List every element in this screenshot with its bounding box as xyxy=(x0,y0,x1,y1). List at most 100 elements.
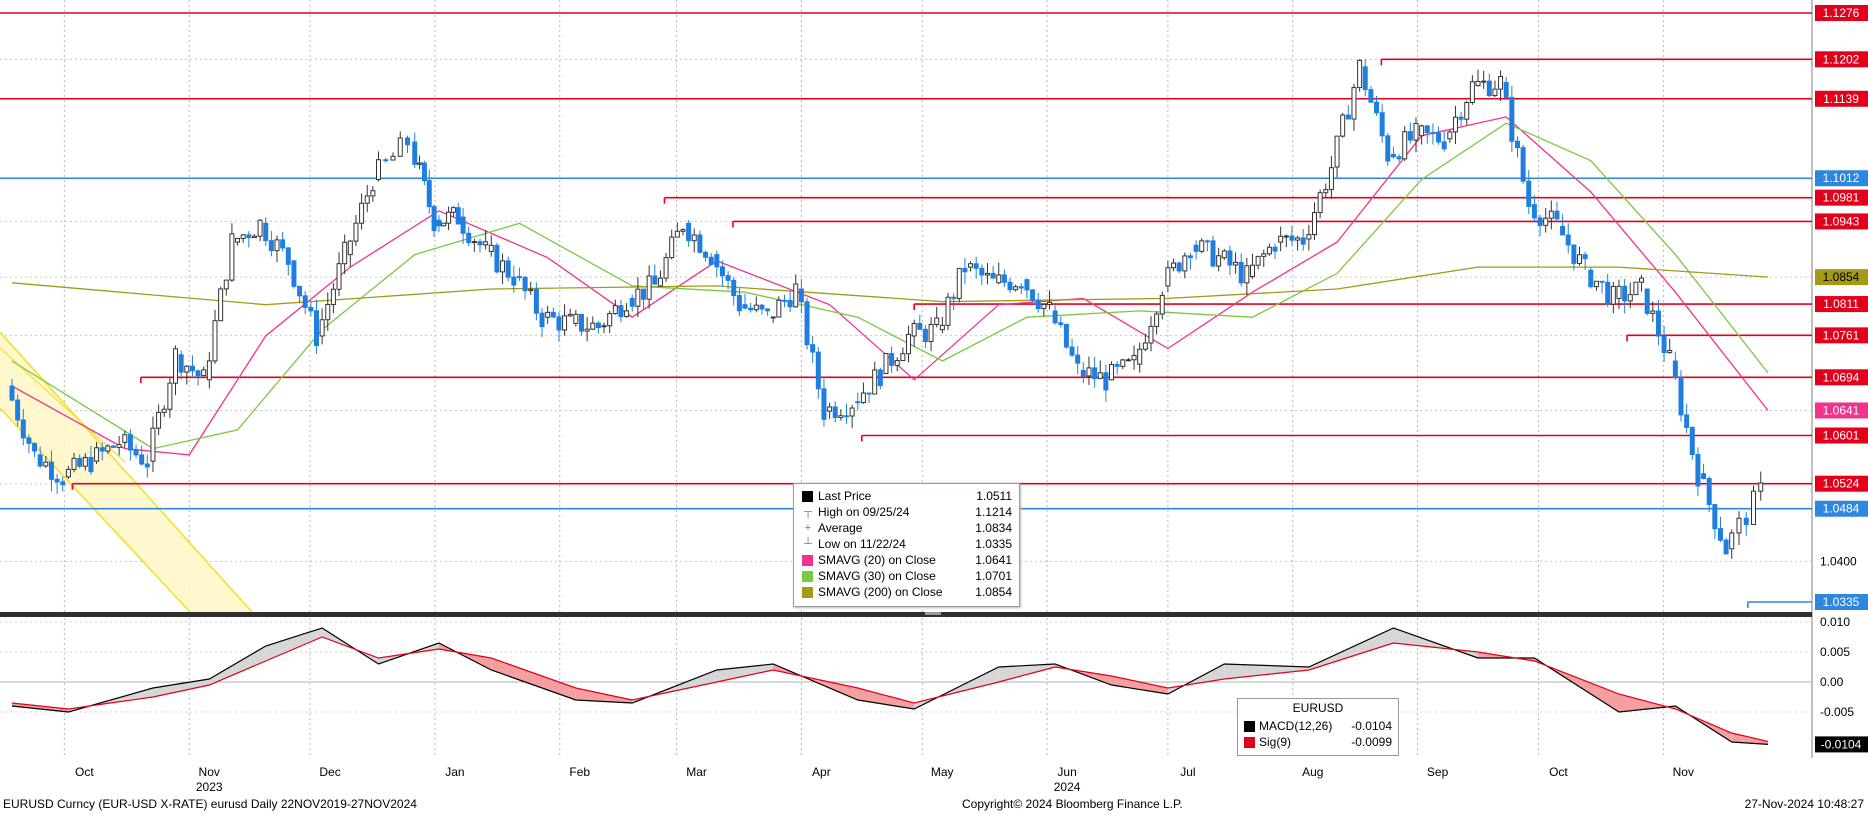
candle-body xyxy=(364,195,370,204)
candle-body xyxy=(584,328,590,332)
price-tag-text: 1.0484 xyxy=(1823,502,1860,516)
candle-body xyxy=(500,260,506,273)
month-label: Feb xyxy=(569,765,590,779)
price-tag: 1.0484 xyxy=(1815,500,1868,517)
candle-body xyxy=(342,241,348,265)
candle-body xyxy=(336,263,342,290)
price-tag: 1.0761 xyxy=(1815,327,1868,344)
legend-row: ┬ High on 09/25/24 1.1214 xyxy=(800,505,1012,520)
price-tag: 1.0854 xyxy=(1815,269,1868,286)
candle-body xyxy=(1743,517,1749,526)
candle-body xyxy=(849,407,855,417)
candle-body xyxy=(669,236,675,259)
candle-body xyxy=(167,382,173,410)
candle-body xyxy=(612,305,618,315)
candle-body xyxy=(383,159,389,162)
candle-body xyxy=(855,401,861,404)
candle-body xyxy=(832,406,838,419)
candle-body xyxy=(765,308,771,312)
candle-body xyxy=(1610,285,1616,305)
candle-body xyxy=(330,288,336,305)
candle-body xyxy=(251,235,257,239)
footer-copyright: Copyright© 2024 Bloomberg Finance L.P. xyxy=(962,797,1183,811)
candle-body xyxy=(436,219,442,227)
candle-body xyxy=(184,365,190,373)
candle-body xyxy=(1627,294,1633,302)
candle-body xyxy=(1695,454,1701,487)
legend-label: High on 09/25/24 xyxy=(818,505,910,519)
candle-body xyxy=(1142,342,1148,350)
candle-body xyxy=(1729,532,1735,550)
candle-body xyxy=(1159,294,1165,315)
macd-fill xyxy=(265,628,323,661)
candle-body xyxy=(1689,426,1695,456)
macd-fill xyxy=(857,688,915,709)
candle-body xyxy=(1244,265,1250,284)
candle-body xyxy=(268,240,274,252)
candle-body xyxy=(1717,528,1723,541)
signal-legend-row: Sig(9) -0.0099 xyxy=(1244,735,1392,750)
candle-body xyxy=(996,274,1002,284)
candle-body xyxy=(1182,255,1188,272)
month-label: May xyxy=(931,765,954,779)
candle-body xyxy=(471,241,477,244)
sma-line xyxy=(11,122,1769,450)
candle-body xyxy=(455,207,461,225)
candle-body xyxy=(641,288,647,300)
candle-body xyxy=(1639,277,1645,283)
candle-body xyxy=(421,162,427,182)
year-label: 2023 xyxy=(196,780,223,794)
signal-swatch xyxy=(1244,737,1255,748)
candle-body xyxy=(652,275,658,285)
candle-body xyxy=(1334,135,1340,168)
candle-body xyxy=(567,313,573,317)
price-tag: 1.0694 xyxy=(1815,369,1868,386)
price-tag-text: 1.0335 xyxy=(1823,595,1860,609)
legend-value: 1.0854 xyxy=(975,585,1012,599)
candle-body xyxy=(731,279,737,297)
candle-body xyxy=(1097,372,1103,380)
candle-body xyxy=(133,449,139,456)
candle-body xyxy=(827,406,833,412)
sma-line xyxy=(11,266,1769,306)
candle-body xyxy=(1758,482,1764,492)
candle-body xyxy=(776,299,782,318)
price-tag-text: 1.0761 xyxy=(1823,328,1860,342)
price-tag: 1.0943 xyxy=(1815,213,1868,230)
candle-body xyxy=(618,305,624,318)
candle-body xyxy=(900,353,906,362)
chart-canvas: 1.1276 1.1202 1.1139 1.1012 1.0981 1.0943 1.08… xyxy=(0,0,1868,794)
price-tag-text: 1.0641 xyxy=(1823,403,1860,417)
candle-body xyxy=(1390,153,1396,158)
candle-body xyxy=(951,296,957,299)
candle-body xyxy=(1605,281,1611,305)
year-label: 2024 xyxy=(1054,780,1081,794)
candle-body xyxy=(1125,359,1131,362)
candle-body xyxy=(466,232,472,244)
candle-body xyxy=(1109,364,1115,381)
candle-body xyxy=(821,388,827,420)
candle-body xyxy=(441,222,447,227)
candle-body xyxy=(781,299,787,302)
macd-fill xyxy=(1111,676,1168,694)
candle-body xyxy=(1255,255,1261,266)
price-tag-text: 1.0601 xyxy=(1823,429,1860,443)
candle-body xyxy=(877,369,883,387)
macd-legend[interactable]: EURUSD MACD(12,26) -0.0104 Sig(9) -0.009… xyxy=(1237,698,1399,756)
candle-body xyxy=(139,454,145,465)
candle-body xyxy=(984,272,990,276)
legend-label: SMAVG (200) on Close xyxy=(818,585,943,599)
candle-body xyxy=(516,276,522,279)
candle-body xyxy=(1075,354,1081,364)
candle-body xyxy=(308,306,314,312)
candle-body xyxy=(1216,255,1222,267)
price-tag: 1.0335 xyxy=(1815,594,1868,610)
candle-body xyxy=(939,324,945,331)
price-tag-text: 1.1012 xyxy=(1823,171,1860,185)
candle-body xyxy=(1052,310,1058,324)
legend-row: ┴ Low on 11/22/24 1.0335 xyxy=(800,537,1012,552)
candle-body xyxy=(1165,267,1171,287)
candle-body xyxy=(1424,125,1430,134)
candle-body xyxy=(1486,80,1492,97)
price-legend[interactable]: Last Price 1.0511 ┬ High on 09/25/24 1.1214 +… xyxy=(793,483,1020,607)
